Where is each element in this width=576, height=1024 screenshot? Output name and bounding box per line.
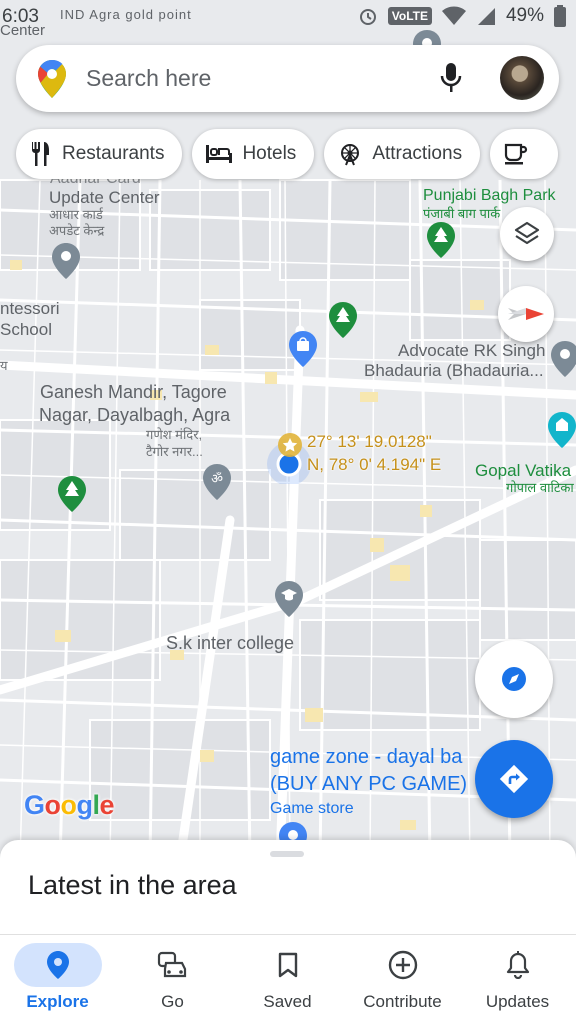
nav-saved[interactable]: Saved	[230, 935, 345, 1024]
bed-icon	[206, 145, 233, 163]
label-advocate-2: Bhadauria (Bhadauria...	[364, 361, 544, 380]
label-sk-inter-college[interactable]: S.k inter college	[166, 633, 294, 654]
bell-icon	[506, 951, 529, 979]
my-location-button[interactable]	[475, 640, 553, 718]
coordinate-label-lat: 27° 13' 19.0128"	[307, 432, 432, 451]
nav-go-label: Go	[161, 992, 184, 1011]
ferris-wheel-icon	[341, 144, 360, 166]
park-tree-pin-icon[interactable]	[58, 476, 86, 512]
nav-contribute[interactable]: Contribute	[345, 935, 460, 1024]
nav-explore[interactable]: Explore	[0, 935, 115, 1024]
landmark-pin-icon[interactable]	[548, 412, 576, 448]
nav-contribute-icon-wrap	[359, 943, 447, 987]
label-game-zone-2: (BUY ANY PC GAME)	[270, 773, 468, 795]
bottom-sheet[interactable]: Latest in the area	[0, 840, 576, 940]
shopping-bag-pin-icon[interactable]	[289, 331, 317, 367]
fork-knife-icon	[32, 142, 49, 166]
label-ganesh-mandir[interactable]: Ganesh Mandir, Tagore	[40, 382, 227, 403]
google-logo-letter: G	[24, 790, 45, 820]
directions-arrow-icon	[499, 764, 529, 794]
add-circle-icon	[388, 950, 417, 980]
park-tree-pin-icon[interactable]	[329, 302, 357, 338]
chip-hotels[interactable]: Hotels	[192, 129, 315, 179]
label-montessori[interactable]: ntessori	[0, 299, 60, 319]
location-pin-icon	[46, 951, 69, 979]
status-time: 6:03	[2, 6, 39, 27]
google-logo-letter: o	[60, 790, 78, 820]
signal-icon	[477, 8, 495, 25]
label-aadhar-hindi-2: अपडेट केन्द्र	[49, 223, 105, 238]
label-ganesh-mandir-2: Nagar, Dayalbagh, Agra	[39, 405, 231, 425]
nav-explore-label: Explore	[26, 992, 89, 1011]
label-ganesh-hindi-2: टैगोर नगर...	[146, 444, 203, 459]
temple-om-pin-icon[interactable]: ॐ	[203, 464, 231, 500]
school-pin-icon[interactable]	[275, 581, 303, 617]
map-pin-gray-icon[interactable]	[551, 341, 576, 377]
google-logo: Google	[24, 790, 115, 821]
nav-updates[interactable]: Updates	[460, 935, 575, 1024]
nav-contribute-label: Contribute	[363, 992, 442, 1011]
sheet-title: Latest in the area	[28, 870, 237, 900]
nav-saved-icon-wrap	[244, 943, 332, 987]
label-aadhar-update-center[interactable]: Update Center	[49, 188, 160, 208]
label-game-zone[interactable]: game zone - dayal ba	[270, 746, 462, 769]
label-punjabi-bagh-hindi: पंजाबी बाग पार्क	[423, 206, 501, 221]
chip-attractions[interactable]: Attractions	[324, 129, 481, 179]
google-logo-letter: g	[76, 790, 94, 820]
microphone-icon[interactable]	[440, 63, 462, 93]
volte-badge: VoLTE	[387, 7, 432, 25]
coffee-cup-icon	[504, 143, 528, 165]
compass-button[interactable]	[498, 286, 554, 342]
label-advocate[interactable]: Advocate RK Singh	[398, 341, 545, 361]
chip-coffee[interactable]	[490, 129, 559, 179]
nav-updates-label: Updates	[485, 992, 550, 1011]
battery-icon	[554, 5, 566, 27]
category-chips: Restaurants Hotels Attractions	[16, 129, 559, 179]
coordinate-label-lng: N, 78° 0' 4.194" E	[307, 455, 442, 474]
label-gopal-vatika-hindi: गोपाल वाटिका	[506, 480, 574, 495]
search-input[interactable]: Search here	[86, 65, 211, 92]
directions-button[interactable]	[475, 740, 553, 818]
search-bar[interactable]: Search here	[16, 45, 559, 112]
nav-saved-label: Saved	[263, 992, 312, 1011]
google-logo-letter: e	[99, 790, 115, 820]
chip-attractions-label: Attractions	[372, 143, 463, 164]
layers-icon	[514, 221, 540, 245]
chip-restaurants-label: Restaurants	[62, 143, 165, 164]
label-punjabi-bagh-park[interactable]: Punjabi Bagh Park	[423, 187, 556, 205]
chip-restaurants[interactable]: Restaurants	[16, 129, 183, 179]
sheet-drag-handle[interactable]	[270, 851, 304, 857]
label-aadhar-hindi-1: आधार कार्ड	[49, 207, 103, 222]
avatar[interactable]	[500, 56, 544, 100]
label-game-store: Game store	[270, 800, 354, 817]
label-ganesh-hindi-1: गणेश मंदिर,	[146, 427, 203, 442]
status-notifications: IND Agra gold point	[60, 7, 192, 22]
battery-percent: 49%	[505, 5, 544, 26]
nav-go-icon-wrap	[129, 943, 217, 987]
nav-updates-icon-wrap	[474, 943, 562, 987]
park-tree-pin-icon[interactable]	[427, 222, 455, 258]
alarm-icon	[359, 9, 376, 25]
wifi-icon	[441, 6, 466, 25]
label-left-cut: य	[0, 358, 8, 373]
google-logo-letter: l	[92, 790, 101, 820]
nav-go[interactable]: Go	[115, 935, 230, 1024]
label-montessori-school: School	[0, 320, 52, 339]
status-bar: Center 6:03 IND Agra gold point VoLTE 49…	[0, 0, 576, 39]
navigation-arrow-icon	[502, 667, 526, 691]
layers-button[interactable]	[500, 207, 554, 261]
compass-icon	[508, 308, 544, 320]
nav-explore-indicator	[13, 943, 102, 987]
chip-hotels-label: Hotels	[242, 143, 297, 164]
bookmark-icon	[278, 952, 297, 978]
svg-text:ॐ: ॐ	[211, 472, 223, 487]
bottom-navigation: Explore Go Saved Contribute Updates	[0, 934, 576, 1024]
google-maps-logo-icon	[38, 60, 66, 98]
label-gopal-vatika[interactable]: Gopal Vatika	[475, 461, 571, 481]
car-icon	[157, 951, 186, 978]
map-pin-gray-icon[interactable]	[52, 243, 80, 279]
google-logo-letter: o	[44, 790, 62, 820]
